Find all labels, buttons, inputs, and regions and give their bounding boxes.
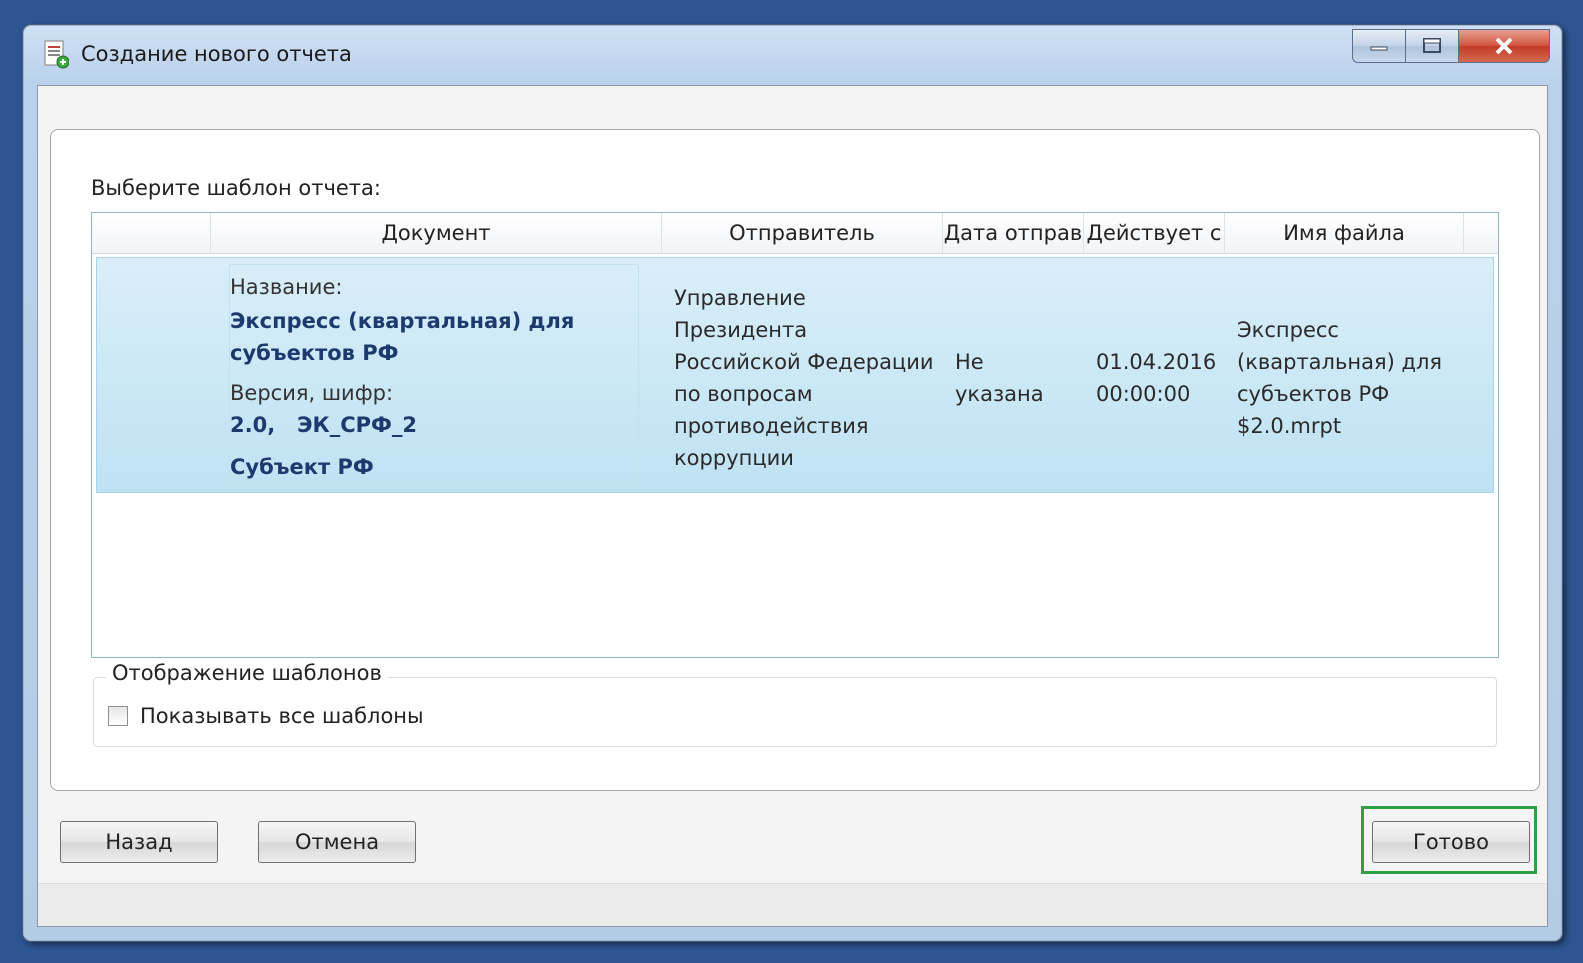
header-sent-date[interactable]: Дата отправ bbox=[943, 213, 1084, 253]
effective-time-line: 00:00:00 bbox=[1096, 382, 1191, 406]
name-label: Название: bbox=[230, 275, 343, 299]
group-legend: Отображение шаблонов bbox=[106, 661, 388, 685]
maximize-button[interactable] bbox=[1405, 29, 1458, 63]
back-button[interactable]: Назад bbox=[60, 821, 218, 863]
dialog-window: Создание нового отчета Выберите шаблон о… bbox=[22, 24, 1563, 942]
header-blank bbox=[92, 213, 211, 253]
name-value-line2: субъектов РФ bbox=[230, 341, 399, 365]
sender-line: коррупции bbox=[674, 446, 794, 470]
filename-line: Экспресс bbox=[1237, 318, 1339, 342]
effective-date-line: 01.04.2016 bbox=[1096, 350, 1217, 374]
version-label: Версия, шифр: bbox=[230, 381, 394, 405]
subject-value: Субъект РФ bbox=[230, 455, 374, 479]
document-cell: Название: Экспресс (квартальная) для суб… bbox=[229, 264, 639, 486]
name-value-line1: Экспресс (квартальная) для bbox=[230, 309, 575, 333]
close-button[interactable] bbox=[1458, 29, 1550, 63]
status-strip bbox=[38, 883, 1547, 926]
minimize-icon bbox=[1370, 46, 1388, 51]
sender-line: по вопросам bbox=[674, 382, 813, 406]
window-title: Создание нового отчета bbox=[81, 42, 352, 66]
minimize-button[interactable] bbox=[1352, 29, 1405, 63]
filename-line: субъектов РФ bbox=[1237, 382, 1390, 406]
document-icon bbox=[44, 40, 69, 69]
title-bar[interactable]: Создание нового отчета bbox=[23, 25, 1562, 85]
sent-date-line: Не bbox=[955, 350, 984, 374]
done-button[interactable]: Готово bbox=[1372, 821, 1530, 863]
filename-line: $2.0.mrpt bbox=[1237, 414, 1342, 438]
table-row[interactable]: Название: Экспресс (квартальная) для суб… bbox=[96, 257, 1494, 493]
maximize-icon bbox=[1423, 38, 1441, 53]
sender-line: Управление bbox=[674, 286, 806, 310]
cancel-button[interactable]: Отмена bbox=[258, 821, 416, 863]
show-all-templates-checkbox[interactable] bbox=[108, 706, 128, 726]
filename-line: (квартальная) для bbox=[1237, 350, 1443, 374]
template-panel: Выберите шаблон отчета: Документ Отправи… bbox=[50, 129, 1540, 791]
dialog-body: Выберите шаблон отчета: Документ Отправи… bbox=[37, 85, 1548, 927]
close-icon bbox=[1495, 37, 1513, 55]
sent-date-line: указана bbox=[955, 382, 1044, 406]
sender-line: противодействия bbox=[674, 414, 869, 438]
grid-header: Документ Отправитель Дата отправ Действу… bbox=[92, 213, 1498, 254]
template-grid[interactable]: Документ Отправитель Дата отправ Действу… bbox=[91, 212, 1499, 658]
sender-line: Российской Федерации bbox=[674, 350, 934, 374]
header-document[interactable]: Документ bbox=[211, 213, 662, 253]
window-controls bbox=[1352, 29, 1550, 65]
header-effective-date[interactable]: Действует с bbox=[1084, 213, 1225, 253]
template-prompt: Выберите шаблон отчета: bbox=[91, 176, 381, 200]
header-filename[interactable]: Имя файла bbox=[1225, 213, 1464, 253]
header-sender[interactable]: Отправитель bbox=[662, 213, 943, 253]
template-display-group: Отображение шаблонов Показывать все шабл… bbox=[93, 661, 1497, 747]
sender-line: Президента bbox=[674, 318, 808, 342]
show-all-templates-label[interactable]: Показывать все шаблоны bbox=[140, 704, 424, 728]
version-value: 2.0, ЭК_СРФ_2 bbox=[230, 413, 417, 437]
